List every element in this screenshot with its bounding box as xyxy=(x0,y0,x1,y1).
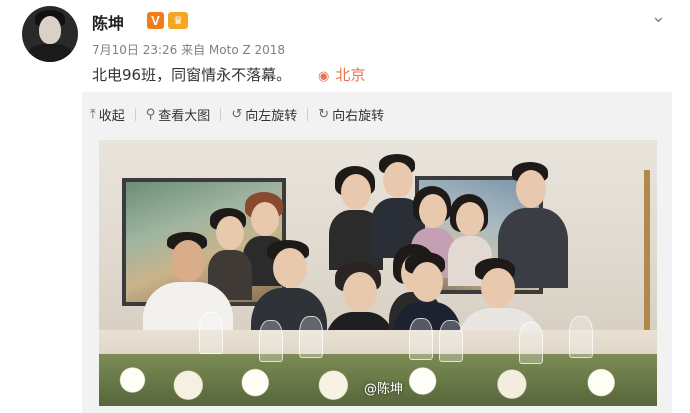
rotate-right-button[interactable]: ↻ 向右旋转 xyxy=(318,105,384,124)
view-large-label: 查看大图 xyxy=(158,108,211,124)
wine-glass xyxy=(409,318,433,360)
location-label: 北京 xyxy=(335,66,366,84)
toolbar-divider xyxy=(307,107,309,121)
rotate-right-label: 向右旋转 xyxy=(332,108,385,124)
avatar[interactable] xyxy=(22,6,78,62)
wine-glass xyxy=(569,316,593,358)
rotate-right-icon: ↻ xyxy=(318,106,330,122)
wine-glass xyxy=(439,320,463,362)
wine-glass xyxy=(519,322,543,364)
media-panel: ⤒ 收起 ⚲ 查看大图 ↺ 向左旋转 ↻ 向右旋转 @陈坤 xyxy=(82,92,672,413)
rotate-left-label: 向左旋转 xyxy=(245,108,298,124)
zoom-icon: ⚲ xyxy=(145,106,156,122)
rotate-left-icon: ↺ xyxy=(231,106,243,122)
wine-glass xyxy=(199,312,223,354)
toolbar-divider xyxy=(134,107,136,121)
media-toolbar: ⤒ 收起 ⚲ 查看大图 ↺ 向左旋转 ↻ 向右旋转 xyxy=(90,104,394,124)
collapse-icon: ⤒ xyxy=(90,106,96,122)
member-badge-icon[interactable]: ♛ xyxy=(168,12,188,29)
collapse-label: 收起 xyxy=(98,108,125,124)
rotate-left-button[interactable]: ↺ 向左旋转 xyxy=(231,105,297,124)
view-large-button[interactable]: ⚲ 查看大图 xyxy=(146,105,211,124)
chevron-down-icon[interactable]: ⌄ xyxy=(651,6,666,27)
post-photo[interactable]: @陈坤 xyxy=(99,140,657,406)
author-name[interactable]: 陈坤 xyxy=(92,10,124,34)
verified-badge-icon: V xyxy=(147,12,164,29)
wine-glass xyxy=(299,316,323,358)
collapse-button[interactable]: ⤒ 收起 xyxy=(90,105,125,124)
post-text: 北电96班，同窗情永不落幕。 xyxy=(92,66,292,84)
post-meta: 7月10日 23:26 来自 Moto Z 2018 xyxy=(92,43,286,57)
photo-watermark: @陈坤 xyxy=(364,382,404,397)
toolbar-divider xyxy=(220,107,222,121)
location-link[interactable]: ◉ 北京 xyxy=(318,64,365,85)
wine-glass xyxy=(259,320,283,362)
location-pin-icon: ◉ xyxy=(318,69,330,84)
